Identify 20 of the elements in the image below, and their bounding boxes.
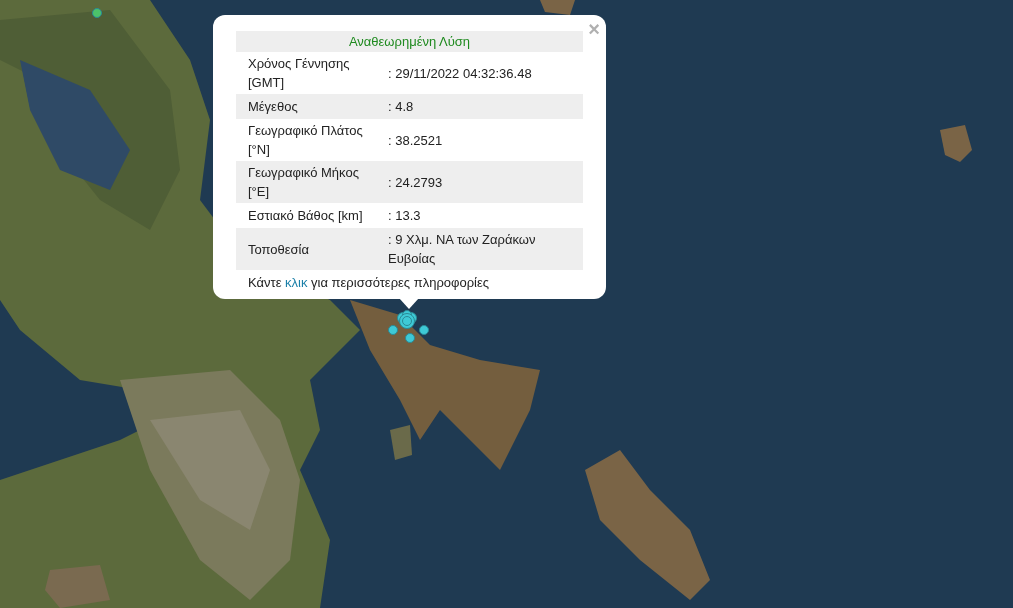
field-value: : 13.3 bbox=[387, 207, 422, 225]
earthquake-marker[interactable] bbox=[419, 325, 429, 335]
marker-cluster-drawing[interactable] bbox=[396, 309, 418, 331]
field-value: : 24.2793 bbox=[387, 173, 444, 192]
field-value: : 4.8 bbox=[387, 98, 415, 116]
field-value: : 29/11/2022 04:32:36.48 bbox=[387, 64, 533, 83]
popup-title: Αναθεωρημένη Λύση bbox=[236, 31, 583, 52]
field-label: Γεωγραφικό Μήκος [°E] bbox=[247, 164, 360, 201]
more-info-text: Κάντε κλικ για περισσότερες πληροφορίες bbox=[248, 274, 491, 292]
earthquake-marker[interactable] bbox=[92, 8, 102, 18]
more-info-link[interactable]: κλικ bbox=[285, 275, 308, 290]
field-value: : 9 Χλμ. ΝΑ των Ζαράκων Ευβοίας bbox=[387, 231, 537, 268]
field-label: Χρόνος Γέννησης [GMT] bbox=[247, 55, 351, 92]
field-label: Εστιακό Βάθος [km] bbox=[247, 207, 364, 225]
field-label: Τοποθεσία bbox=[247, 240, 311, 259]
field-value: : 38.2521 bbox=[387, 131, 444, 150]
earthquake-marker[interactable] bbox=[405, 333, 415, 343]
field-label: Μέγεθος bbox=[247, 98, 299, 116]
field-label: Γεωγραφικό Πλάτος [°N] bbox=[247, 122, 364, 159]
earthquake-marker[interactable] bbox=[388, 325, 398, 335]
